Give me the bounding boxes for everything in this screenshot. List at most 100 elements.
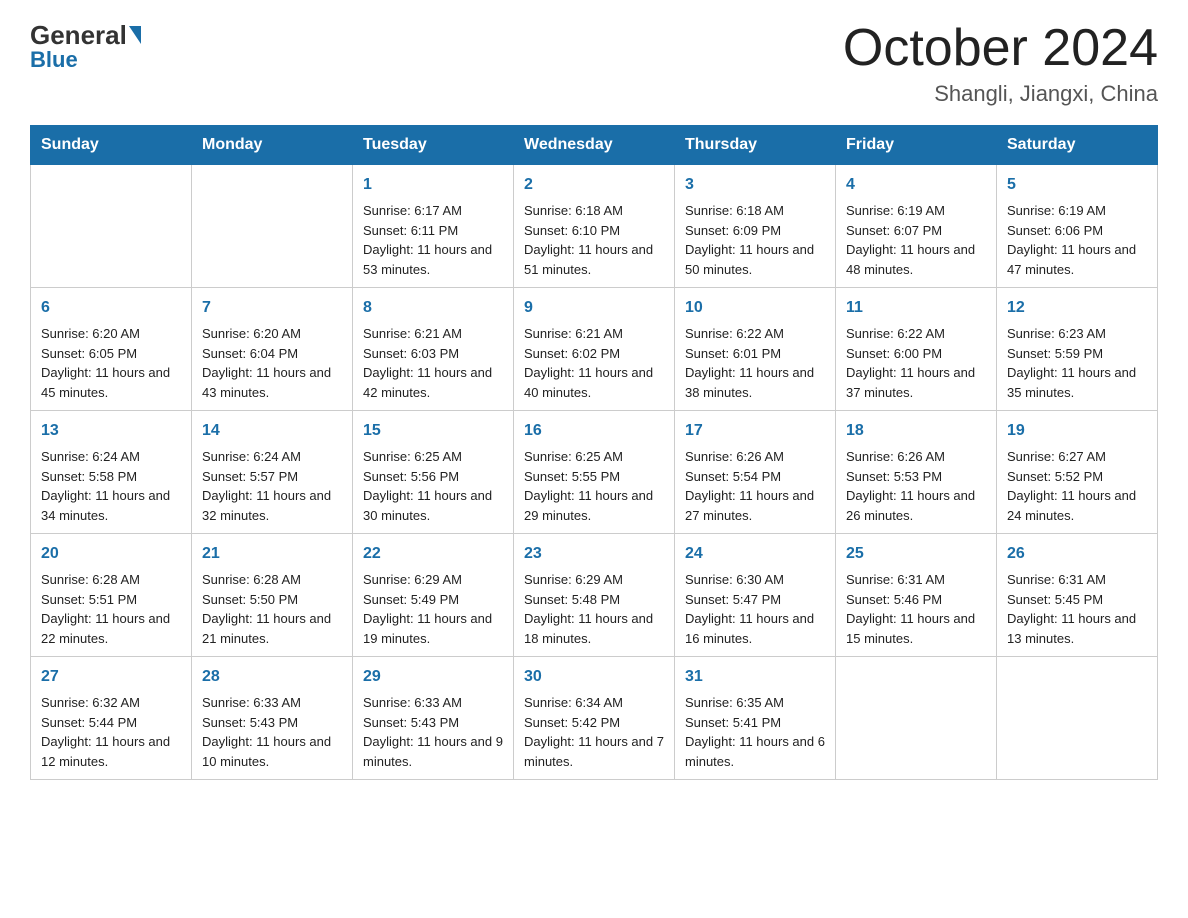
sunrise-text: Sunrise: 6:31 AM [846,570,986,590]
sunrise-text: Sunrise: 6:24 AM [202,447,342,467]
day-number: 5 [1007,173,1147,197]
col-saturday: Saturday [997,126,1158,165]
sunset-text: Sunset: 6:02 PM [524,344,664,364]
day-number: 10 [685,296,825,320]
daylight-text: Daylight: 11 hours and 32 minutes. [202,486,342,525]
calendar-cell: 13Sunrise: 6:24 AMSunset: 5:58 PMDayligh… [31,411,192,534]
calendar-cell: 8Sunrise: 6:21 AMSunset: 6:03 PMDaylight… [353,288,514,411]
daylight-text: Daylight: 11 hours and 27 minutes. [685,486,825,525]
sunrise-text: Sunrise: 6:23 AM [1007,324,1147,344]
calendar-cell: 25Sunrise: 6:31 AMSunset: 5:46 PMDayligh… [836,534,997,657]
daylight-text: Daylight: 11 hours and 48 minutes. [846,240,986,279]
day-number: 7 [202,296,342,320]
sunrise-text: Sunrise: 6:29 AM [363,570,503,590]
sunset-text: Sunset: 5:46 PM [846,590,986,610]
daylight-text: Daylight: 11 hours and 7 minutes. [524,732,664,771]
col-monday: Monday [192,126,353,165]
daylight-text: Daylight: 11 hours and 13 minutes. [1007,609,1147,648]
daylight-text: Daylight: 11 hours and 38 minutes. [685,363,825,402]
sunset-text: Sunset: 6:03 PM [363,344,503,364]
calendar-subtitle: Shangli, Jiangxi, China [843,81,1158,107]
calendar-cell: 11Sunrise: 6:22 AMSunset: 6:00 PMDayligh… [836,288,997,411]
sunset-text: Sunset: 6:05 PM [41,344,181,364]
daylight-text: Daylight: 11 hours and 21 minutes. [202,609,342,648]
calendar-week-1: 1Sunrise: 6:17 AMSunset: 6:11 PMDaylight… [31,165,1158,288]
sunrise-text: Sunrise: 6:30 AM [685,570,825,590]
day-number: 15 [363,419,503,443]
calendar-cell: 10Sunrise: 6:22 AMSunset: 6:01 PMDayligh… [675,288,836,411]
day-number: 14 [202,419,342,443]
calendar-week-4: 20Sunrise: 6:28 AMSunset: 5:51 PMDayligh… [31,534,1158,657]
calendar-cell: 16Sunrise: 6:25 AMSunset: 5:55 PMDayligh… [514,411,675,534]
daylight-text: Daylight: 11 hours and 6 minutes. [685,732,825,771]
daylight-text: Daylight: 11 hours and 45 minutes. [41,363,181,402]
calendar-cell: 23Sunrise: 6:29 AMSunset: 5:48 PMDayligh… [514,534,675,657]
day-number: 9 [524,296,664,320]
calendar-cell: 22Sunrise: 6:29 AMSunset: 5:49 PMDayligh… [353,534,514,657]
daylight-text: Daylight: 11 hours and 50 minutes. [685,240,825,279]
daylight-text: Daylight: 11 hours and 30 minutes. [363,486,503,525]
sunrise-text: Sunrise: 6:18 AM [524,201,664,221]
sunrise-text: Sunrise: 6:21 AM [524,324,664,344]
calendar-title: October 2024 [843,20,1158,77]
daylight-text: Daylight: 11 hours and 22 minutes. [41,609,181,648]
daylight-text: Daylight: 11 hours and 37 minutes. [846,363,986,402]
sunrise-text: Sunrise: 6:29 AM [524,570,664,590]
col-friday: Friday [836,126,997,165]
sunset-text: Sunset: 6:00 PM [846,344,986,364]
sunrise-text: Sunrise: 6:31 AM [1007,570,1147,590]
daylight-text: Daylight: 11 hours and 35 minutes. [1007,363,1147,402]
calendar-cell [31,165,192,288]
col-wednesday: Wednesday [514,126,675,165]
sunset-text: Sunset: 5:50 PM [202,590,342,610]
sunset-text: Sunset: 5:42 PM [524,713,664,733]
daylight-text: Daylight: 11 hours and 9 minutes. [363,732,503,771]
daylight-text: Daylight: 11 hours and 40 minutes. [524,363,664,402]
day-number: 22 [363,542,503,566]
daylight-text: Daylight: 11 hours and 24 minutes. [1007,486,1147,525]
sunset-text: Sunset: 5:56 PM [363,467,503,487]
sunset-text: Sunset: 5:41 PM [685,713,825,733]
day-number: 29 [363,665,503,689]
sunset-text: Sunset: 5:59 PM [1007,344,1147,364]
sunrise-text: Sunrise: 6:20 AM [202,324,342,344]
calendar-cell: 4Sunrise: 6:19 AMSunset: 6:07 PMDaylight… [836,165,997,288]
calendar-header: Sunday Monday Tuesday Wednesday Thursday… [31,126,1158,165]
sunrise-text: Sunrise: 6:25 AM [524,447,664,467]
calendar-cell: 12 Sunrise: 6:23 AMSunset: 5:59 PMDayligh… [997,288,1158,411]
calendar-cell [836,657,997,780]
sunrise-text: Sunrise: 6:27 AM [1007,447,1147,467]
day-number: 26 [1007,542,1147,566]
sunset-text: Sunset: 5:49 PM [363,590,503,610]
calendar-week-3: 13Sunrise: 6:24 AMSunset: 5:58 PMDayligh… [31,411,1158,534]
daylight-text: Daylight: 11 hours and 18 minutes. [524,609,664,648]
calendar-cell: 27Sunrise: 6:32 AMSunset: 5:44 PMDayligh… [31,657,192,780]
day-number: 12 [1007,296,1147,320]
sunset-text: Sunset: 5:44 PM [41,713,181,733]
col-sunday: Sunday [31,126,192,165]
day-number: 3 [685,173,825,197]
calendar-cell [997,657,1158,780]
sunrise-text: Sunrise: 6:28 AM [41,570,181,590]
logo: General Blue [30,20,141,73]
calendar-cell: 9 Sunrise: 6:21 AMSunset: 6:02 PMDaylight… [514,288,675,411]
daylight-text: Daylight: 11 hours and 42 minutes. [363,363,503,402]
sunset-text: Sunset: 6:06 PM [1007,221,1147,241]
day-number: 28 [202,665,342,689]
daylight-text: Daylight: 11 hours and 15 minutes. [846,609,986,648]
day-number: 24 [685,542,825,566]
sunrise-text: Sunrise: 6:17 AM [363,201,503,221]
daylight-text: Daylight: 11 hours and 29 minutes. [524,486,664,525]
sunrise-text: Sunrise: 6:33 AM [202,693,342,713]
sunrise-text: Sunrise: 6:19 AM [1007,201,1147,221]
calendar-cell: 15Sunrise: 6:25 AMSunset: 5:56 PMDayligh… [353,411,514,534]
title-block: October 2024 Shangli, Jiangxi, China [843,20,1158,107]
sunset-text: Sunset: 6:09 PM [685,221,825,241]
sunrise-text: Sunrise: 6:22 AM [685,324,825,344]
header-row: Sunday Monday Tuesday Wednesday Thursday… [31,126,1158,165]
calendar-cell: 3Sunrise: 6:18 AMSunset: 6:09 PMDaylight… [675,165,836,288]
calendar-cell: 31Sunrise: 6:35 AMSunset: 5:41 PMDayligh… [675,657,836,780]
sunset-text: Sunset: 5:52 PM [1007,467,1147,487]
calendar-cell: 5Sunrise: 6:19 AMSunset: 6:06 PMDaylight… [997,165,1158,288]
calendar-cell: 21Sunrise: 6:28 AMSunset: 5:50 PMDayligh… [192,534,353,657]
